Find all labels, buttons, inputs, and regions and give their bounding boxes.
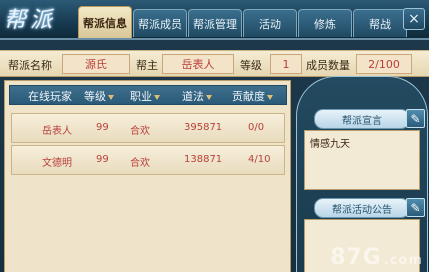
pencil-edit-icon: ✎ [410, 111, 421, 126]
column-class[interactable]: 职业 [130, 88, 160, 104]
activity-notice-title: 帮派活动公告 [314, 198, 410, 218]
player-dao: 138871 [184, 154, 223, 165]
sort-icon [206, 94, 212, 100]
player-level: 99 [96, 154, 109, 165]
table-row[interactable]: 岳表人 99 合欢 395871 0/0 [11, 113, 285, 143]
close-icon: × [408, 11, 420, 27]
member-count-label: 成员数量 [306, 59, 350, 72]
declaration-text: 情感九天 [310, 139, 350, 150]
tab-guild-members[interactable]: 帮派成员 [133, 9, 187, 37]
player-level: 99 [96, 122, 109, 133]
column-online-player[interactable]: 在线玩家 [28, 88, 72, 104]
edit-activity-notice-button[interactable]: ✎ [406, 198, 425, 217]
leader-label: 帮主 [136, 59, 158, 72]
member-table-header: 在线玩家 等级 职业 道法 贡献度 [9, 85, 287, 105]
leader-value: 岳表人 [162, 54, 234, 74]
pencil-edit-icon: ✎ [410, 200, 421, 215]
column-dao[interactable]: 道法 [182, 88, 212, 104]
close-button[interactable]: × [403, 8, 425, 30]
guild-notice-panel: 帮派宣言 ✎ 情感九天 帮派活动公告 ✎ [296, 76, 429, 272]
level-label: 等级 [240, 59, 262, 72]
player-name: 岳表人 [42, 126, 72, 137]
guild-window: 帮派 帮派信息 帮派成员 帮派管理 活动 修炼 帮战 × 帮派名称 源氏 帮主 … [0, 0, 429, 272]
player-contribution: 4/10 [248, 154, 271, 165]
declaration-title: 帮派宣言 [314, 109, 410, 129]
sort-icon [267, 94, 273, 100]
sort-icon [154, 94, 160, 100]
title-bar: 帮派 帮派信息 帮派成员 帮派管理 活动 修炼 帮战 × [0, 0, 429, 40]
guild-logo: 帮派 [4, 8, 57, 33]
tab-activity[interactable]: 活动 [243, 9, 297, 37]
member-list-panel: 在线玩家 等级 职业 道法 贡献度 岳表人 99 合欢 395871 0/0 文… [4, 80, 291, 272]
edit-declaration-button[interactable]: ✎ [406, 109, 425, 128]
declaration-box: 情感九天 [304, 130, 420, 190]
site-watermark: 87G .com [330, 245, 423, 270]
player-class: 合欢 [130, 158, 150, 169]
column-level[interactable]: 等级 [84, 88, 114, 104]
tab-guild-war[interactable]: 帮战 [353, 9, 407, 37]
level-value: 1 [270, 54, 302, 74]
guild-name-value: 源氏 [62, 54, 130, 74]
column-contribution[interactable]: 贡献度 [232, 88, 273, 104]
player-contribution: 0/0 [248, 122, 265, 133]
player-dao: 395871 [184, 122, 223, 133]
guild-info-row: 帮派名称 源氏 帮主 岳表人 等级 1 成员数量 2/100 [0, 50, 429, 77]
player-name: 文德明 [42, 158, 72, 169]
table-row[interactable]: 文德明 99 合欢 138871 4/10 [11, 145, 285, 175]
tab-cultivation[interactable]: 修炼 [298, 9, 352, 37]
guild-name-label: 帮派名称 [8, 59, 52, 72]
player-class: 合欢 [130, 126, 150, 137]
tab-guild-management[interactable]: 帮派管理 [188, 9, 242, 37]
member-count-value: 2/100 [356, 54, 412, 74]
sort-icon [108, 94, 114, 100]
tab-guild-info[interactable]: 帮派信息 [78, 6, 132, 38]
